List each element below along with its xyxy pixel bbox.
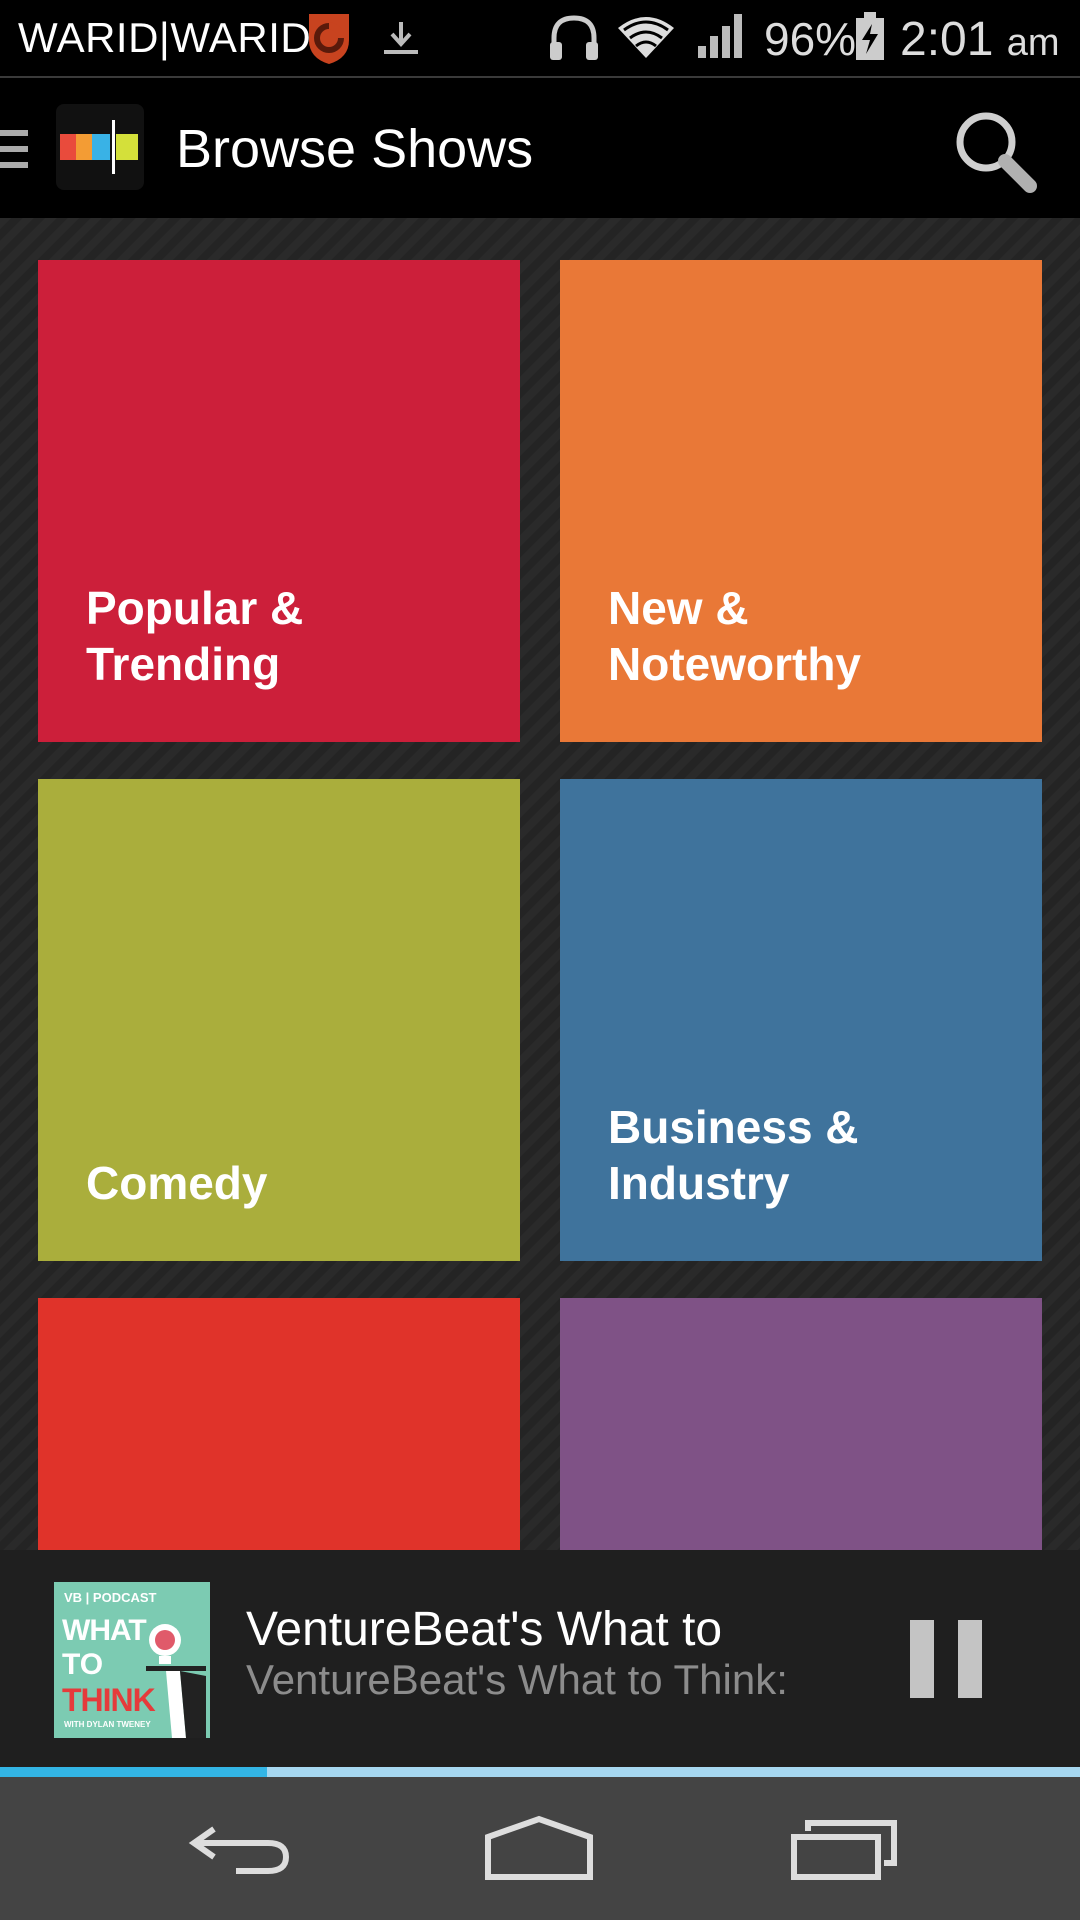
recent-apps-icon[interactable] — [790, 1815, 900, 1885]
category-tile-business-industry[interactable]: Business & Industry — [560, 779, 1042, 1261]
page-title: Browse Shows — [176, 119, 534, 179]
home-icon[interactable] — [484, 1815, 594, 1885]
headphones-icon — [550, 15, 598, 60]
signal-icon — [698, 14, 742, 58]
artwork-line3: THINK — [62, 1682, 156, 1718]
wifi-icon — [618, 17, 674, 58]
now-playing-title: VentureBeat's What to — [246, 1603, 723, 1656]
battery-charging-icon — [856, 12, 884, 60]
category-tile-new-noteworthy[interactable]: New & Noteworthy — [560, 260, 1042, 742]
back-icon[interactable] — [186, 1815, 296, 1885]
carrier-label: WARID|WARID — [18, 14, 312, 61]
action-bar: Browse Shows — [0, 78, 1080, 218]
playback-progress-fill — [0, 1767, 267, 1777]
artwork-byline: WITH DYLAN TWENEY — [64, 1720, 151, 1729]
clock: 2:01 am — [900, 13, 1060, 66]
download-icon — [384, 22, 418, 54]
category-tile-red[interactable] — [38, 1298, 520, 1550]
status-bar: WARID|WARID 96% 2:01 am — [0, 0, 1080, 76]
category-tile-popular-trending[interactable]: Popular & Trending — [38, 260, 520, 742]
category-grid: Popular & Trending New & Noteworthy Come… — [0, 218, 1080, 1550]
artwork-brand: VB | PODCAST — [64, 1590, 157, 1605]
shield-icon — [309, 14, 349, 64]
pause-icon[interactable] — [908, 1618, 984, 1700]
now-playing-subtitle: VentureBeat's What to Think: — [246, 1656, 788, 1703]
artwork-line2: TO — [62, 1648, 104, 1681]
waiter-arm-icon — [146, 1666, 206, 1738]
category-tile-purple[interactable] — [560, 1298, 1042, 1550]
category-label: New & Noteworthy — [608, 582, 861, 690]
category-label: Comedy — [86, 1157, 268, 1209]
category-label: Popular & Trending — [86, 582, 304, 690]
battery-percent: 96% — [764, 13, 857, 65]
app-logo-icon[interactable] — [56, 104, 144, 190]
podcast-artwork[interactable]: VB | PODCAST WHAT TO THINK WITH DYLAN TW… — [54, 1582, 210, 1738]
category-tile-comedy[interactable]: Comedy — [38, 779, 520, 1261]
drawer-menu-icon[interactable] — [0, 126, 28, 172]
lightbulb-icon — [149, 1624, 181, 1664]
artwork-line1: WHAT — [62, 1614, 147, 1647]
now-playing-bar[interactable]: VB | PODCAST WHAT TO THINK WITH DYLAN TW… — [0, 1550, 1080, 1767]
system-nav-bar — [0, 1777, 1080, 1920]
category-label: Business & Industry — [608, 1101, 859, 1209]
search-icon[interactable] — [950, 106, 1040, 196]
